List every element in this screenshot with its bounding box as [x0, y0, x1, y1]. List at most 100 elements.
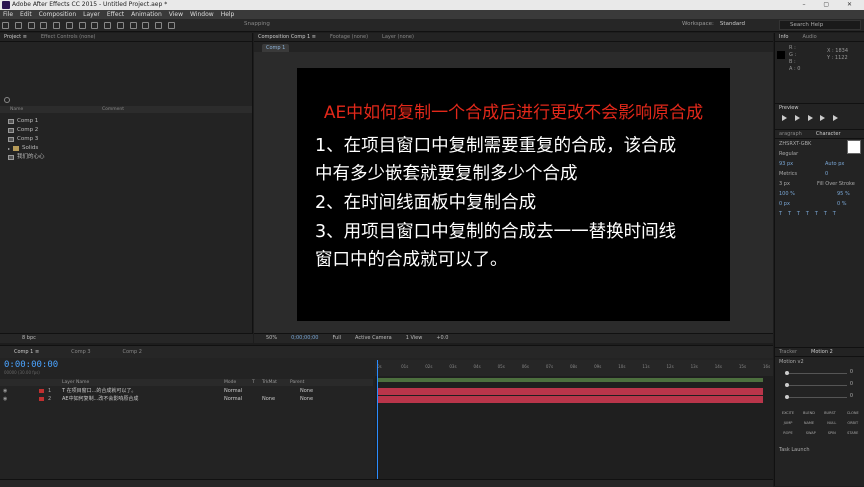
- camera-tool-icon[interactable]: [53, 22, 60, 29]
- layer-2-duration-bar[interactable]: [377, 396, 763, 403]
- motion-jump-button[interactable]: JUMP: [778, 419, 798, 428]
- tab-info[interactable]: Info: [779, 33, 788, 41]
- tab-motion-2[interactable]: Motion 2: [811, 348, 833, 356]
- layer-row-2[interactable]: ◉ 2 AE中如何复制...改不会影响原合成 Normal None None: [0, 395, 373, 403]
- motion-null-button[interactable]: NULL: [822, 419, 842, 428]
- tab-audio[interactable]: Audio: [802, 33, 816, 41]
- column-parent[interactable]: Parent: [290, 379, 304, 386]
- layer-mode-dropdown[interactable]: Normal: [224, 387, 242, 395]
- puppet-tool-icon[interactable]: [167, 22, 175, 29]
- tab-timeline-comp-3[interactable]: Comp 3: [71, 346, 90, 358]
- view-layout-dropdown[interactable]: 1 View: [406, 334, 423, 343]
- leading-field[interactable]: Auto px: [825, 159, 844, 169]
- composition-viewer[interactable]: AE中如何复制一个合成后进行更改不会影响原合成 1、在项目窗口中复制需要重复的合…: [254, 52, 773, 333]
- zoom-tool-icon[interactable]: [27, 22, 35, 29]
- motion-clone-button[interactable]: CLONE: [843, 409, 863, 418]
- menu-effect[interactable]: Effect: [107, 10, 124, 19]
- motion-burst-button[interactable]: BURST: [820, 409, 840, 418]
- layer-parent-dropdown[interactable]: None: [300, 395, 313, 403]
- pen-tool-icon[interactable]: [91, 22, 99, 29]
- visibility-eye-icon[interactable]: ◉: [3, 395, 7, 403]
- menu-edit[interactable]: Edit: [20, 10, 32, 19]
- clone-stamp-tool-icon[interactable]: [129, 22, 137, 29]
- layer-color-label[interactable]: [39, 397, 44, 401]
- layer-trkmat-dropdown[interactable]: None: [262, 395, 275, 403]
- project-item-comp-1[interactable]: Comp 1: [0, 117, 253, 126]
- tab-tracker[interactable]: Tracker: [779, 348, 797, 356]
- hand-tool-icon[interactable]: [14, 22, 22, 29]
- tsume-field[interactable]: 0 %: [837, 199, 847, 209]
- menu-layer[interactable]: Layer: [83, 10, 100, 19]
- brush-tool-icon[interactable]: [116, 22, 124, 29]
- tab-footage[interactable]: Footage (none): [330, 33, 368, 41]
- motion-rope-button[interactable]: ROPE: [778, 429, 798, 438]
- tab-effect-controls[interactable]: Effect Controls (none): [41, 33, 96, 41]
- column-mode[interactable]: Mode: [224, 379, 236, 386]
- stroke-type-dropdown[interactable]: Fill Over Stroke: [817, 179, 855, 189]
- rotate-tool-icon[interactable]: [40, 22, 48, 29]
- previous-frame-icon[interactable]: [794, 115, 800, 121]
- column-comment[interactable]: Comment: [102, 106, 124, 113]
- first-frame-icon[interactable]: [782, 115, 787, 121]
- layer-parent-dropdown[interactable]: None: [300, 387, 313, 395]
- workspace-selector[interactable]: Workspace: Standard: [682, 21, 745, 27]
- camera-dropdown[interactable]: Active Camera: [355, 334, 392, 343]
- type-tool-icon[interactable]: [104, 22, 111, 29]
- menu-animation[interactable]: Animation: [131, 10, 162, 19]
- menu-composition[interactable]: Composition: [39, 10, 76, 19]
- last-frame-icon[interactable]: [833, 115, 838, 121]
- eraser-tool-icon[interactable]: [142, 22, 150, 29]
- search-icon[interactable]: [4, 97, 10, 103]
- motion-excite-button[interactable]: EXCITE: [778, 409, 798, 418]
- kerning-field[interactable]: Metrics: [779, 171, 797, 177]
- tab-project[interactable]: Project ≡: [4, 33, 27, 41]
- shape-tool-icon[interactable]: [78, 22, 86, 29]
- font-style-dropdown[interactable]: Regular: [775, 149, 864, 159]
- layer-row-1[interactable]: ◉ 1 T 在项目窗口...的合成就可以了。 Normal None: [0, 387, 373, 395]
- menu-window[interactable]: Window: [190, 10, 214, 19]
- motion-slider[interactable]: 0: [775, 367, 864, 379]
- layer-name[interactable]: AE中如何复制...改不会影响原合成: [62, 395, 138, 403]
- menu-help[interactable]: Help: [221, 10, 235, 19]
- baseline-shift-field[interactable]: 0 px: [779, 201, 790, 207]
- project-item-comp-2[interactable]: Comp 2: [0, 126, 253, 135]
- composition-canvas[interactable]: AE中如何复制一个合成后进行更改不会影响原合成 1、在项目窗口中复制需要重复的合…: [297, 68, 730, 321]
- window-controls[interactable]: – ▢ ✕: [802, 0, 860, 10]
- text-style-buttons[interactable]: TTTTTTT: [775, 209, 864, 219]
- work-area-bar[interactable]: [377, 378, 763, 382]
- timeline-current-time[interactable]: 0:00:00:00: [4, 360, 58, 370]
- snapping-toggle[interactable]: Snapping: [244, 21, 270, 27]
- layer-mode-dropdown[interactable]: Normal: [224, 395, 242, 403]
- horizontal-scale-field[interactable]: 95 %: [837, 189, 850, 199]
- play-icon[interactable]: [807, 115, 813, 121]
- current-time-indicator[interactable]: [377, 360, 378, 487]
- search-help-input[interactable]: Search Help: [779, 20, 861, 30]
- expand-arrow-icon[interactable]: ▸: [8, 144, 10, 153]
- slider-knob[interactable]: [785, 395, 789, 399]
- selection-tool-icon[interactable]: [2, 22, 9, 29]
- layer-1-duration-bar[interactable]: [377, 388, 763, 395]
- tab-paragraph[interactable]: aragraph: [779, 130, 802, 138]
- motion-slider[interactable]: 0: [775, 391, 864, 403]
- tab-timeline-comp-2[interactable]: Comp 2: [123, 346, 142, 358]
- font-size-field[interactable]: 93 px: [779, 161, 793, 167]
- current-time-display[interactable]: 0;00;00;00: [291, 334, 318, 343]
- time-ruler[interactable]: 0s 01s 02s 03s 04s 05s 06s 07s 08s 09s 10s 11s 12s 13…: [375, 360, 773, 376]
- vertical-scale-field[interactable]: 100 %: [779, 191, 795, 197]
- motion-slider[interactable]: 0: [775, 379, 864, 391]
- slider-knob[interactable]: [785, 371, 789, 375]
- motion-blend-button[interactable]: BLEND: [799, 409, 819, 418]
- tracking-field[interactable]: 0: [825, 169, 828, 179]
- visibility-eye-icon[interactable]: ◉: [3, 387, 7, 395]
- motion-stare-button[interactable]: STARE: [843, 429, 863, 438]
- stroke-width-field[interactable]: 3 px: [779, 181, 790, 187]
- tab-layer[interactable]: Layer (none): [382, 33, 414, 41]
- project-item-solids[interactable]: ▸ Solids: [0, 144, 253, 153]
- motion-spin-button[interactable]: SPIN: [822, 429, 842, 438]
- project-item-comp-3[interactable]: Comp 3: [0, 135, 253, 144]
- motion-preset-dropdown[interactable]: Motion v2: [775, 357, 864, 367]
- task-launch-dropdown[interactable]: Task Launch: [775, 445, 864, 455]
- menu-file[interactable]: File: [3, 10, 13, 19]
- roto-brush-tool-icon[interactable]: [155, 22, 162, 29]
- pan-behind-tool-icon[interactable]: [65, 22, 73, 29]
